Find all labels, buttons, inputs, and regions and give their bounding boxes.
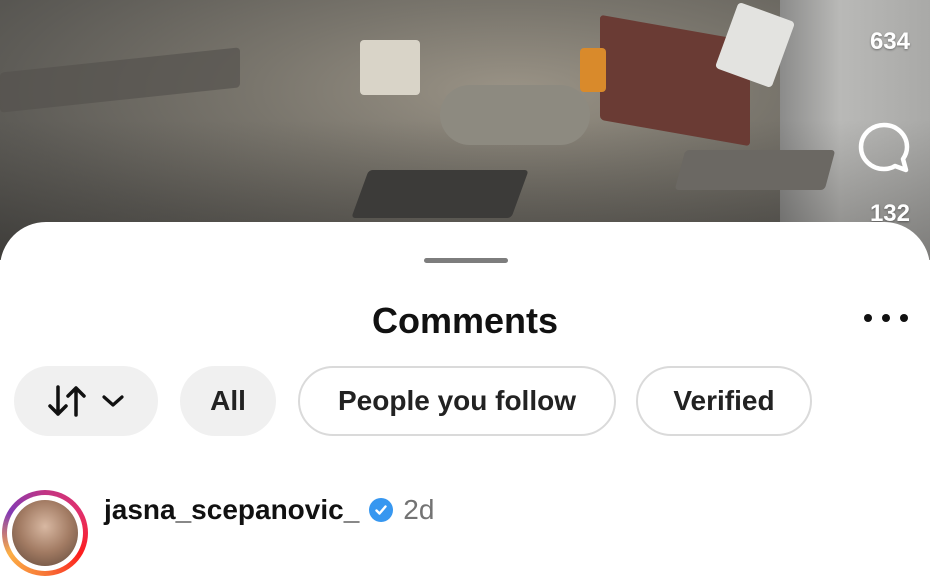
comments-sheet: Comments All People you follow Verified xyxy=(0,222,930,525)
sort-button[interactable] xyxy=(14,366,158,436)
comment-username[interactable]: jasna_scepanovic_ xyxy=(104,494,359,526)
sheet-drag-handle[interactable] xyxy=(424,258,508,263)
debris-plank xyxy=(351,170,529,218)
sheet-title: Comments xyxy=(371,300,559,341)
sort-arrows-icon xyxy=(48,385,86,417)
reel-video-background[interactable]: 634 132 xyxy=(0,0,930,260)
avatar[interactable] xyxy=(2,490,88,576)
chevron-down-icon xyxy=(102,395,124,407)
filter-all-chip[interactable]: All xyxy=(180,366,276,436)
comment-header: jasna_scepanovic_ 2d xyxy=(104,494,434,526)
debris-pile xyxy=(440,85,590,145)
likes-count[interactable]: 634 xyxy=(870,28,910,56)
comment-timestamp: 2d xyxy=(403,494,435,525)
more-dot-icon xyxy=(882,314,890,322)
checkmark-icon xyxy=(375,505,387,515)
filter-verified-chip[interactable]: Verified xyxy=(636,366,812,436)
avatar-photo xyxy=(12,500,78,566)
more-dot-icon xyxy=(864,314,872,322)
filter-people-you-follow-chip[interactable]: People you follow xyxy=(298,366,616,436)
avatar-ring-inner xyxy=(7,495,83,571)
verified-badge-icon xyxy=(369,498,394,522)
comment-icon[interactable] xyxy=(856,120,912,176)
debris-slab xyxy=(674,150,836,190)
more-options-button[interactable] xyxy=(864,306,908,330)
debris-box xyxy=(360,40,420,95)
debris-rubble xyxy=(0,47,240,113)
more-dot-icon xyxy=(900,314,908,322)
debris-bucket xyxy=(580,48,606,92)
